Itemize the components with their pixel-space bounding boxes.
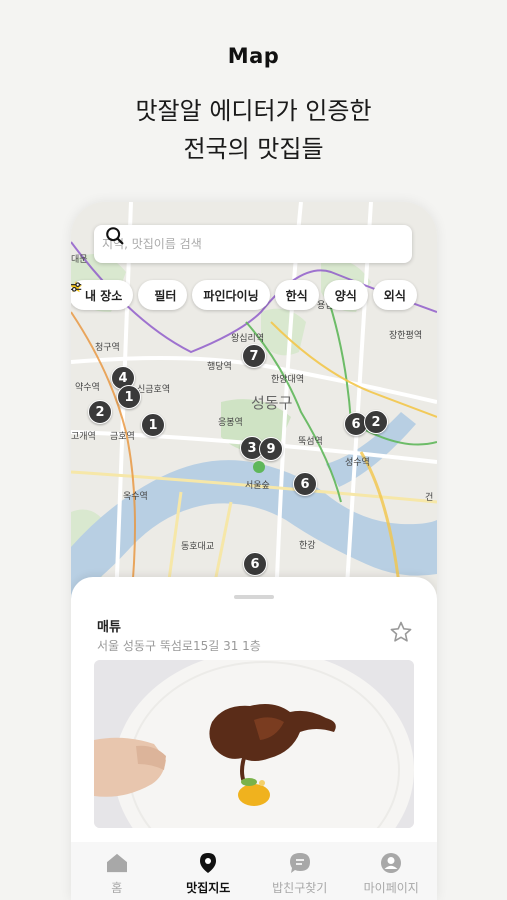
tab-label: 맛집지도 [186, 881, 231, 895]
map-label-oksu: 옥수역 [123, 492, 148, 502]
map-label-haengdang: 행당역 [207, 362, 232, 372]
map-pin[interactable]: 9 [259, 437, 283, 461]
tab-label: 밥친구찾기 [272, 881, 328, 895]
tab-my-page[interactable]: 마이페이지 [346, 842, 438, 900]
tab-map[interactable]: 맛집지도 [163, 842, 255, 900]
chip-filter[interactable]: 필터 [71, 280, 188, 310]
map-label-singeumho: 신금호역 [137, 385, 171, 395]
hero-subtitle-line2: 전국의 맛집들 [183, 135, 324, 163]
chip-korean[interactable]: 한식 [274, 280, 319, 310]
tab-label: 마이페이지 [363, 881, 419, 895]
hero-subtitle-line1: 맛잘알 에디터가 인증한 [135, 97, 372, 125]
map-pin[interactable]: 6 [293, 472, 317, 496]
map-label-yaksu: 약수역 [75, 383, 100, 393]
place-address: 서울 성동구 뚝섬로15길 31 1층 [97, 639, 261, 653]
chip-label: 한식 [285, 288, 308, 303]
map-label-eungbong: 응봉역 [218, 418, 243, 428]
hero-subtitle: 맛잘알 에디터가 인증한 전국의 맛집들 [0, 92, 507, 168]
place-photo[interactable] [94, 660, 414, 828]
phone-frame: 대문 청구역 약수역 신금호역 금호역 고개역 옥수역 행당역 왕십리역 한양대… [71, 202, 437, 900]
map-label-seongsu: 성수역 [345, 458, 370, 468]
favorite-star-icon[interactable] [389, 620, 413, 644]
map-pin[interactable]: 2 [88, 400, 112, 424]
place-bottom-sheet[interactable]: 매튜 서울 성동구 뚝섬로15길 31 1층 홈 맛집지도 밥친구찾기 마이페이… [71, 577, 437, 900]
hero-title: Map [227, 44, 280, 68]
chip-label: 필터 [154, 288, 177, 303]
map-label-geumho: 금호역 [110, 432, 135, 442]
map-district-label: 성동구 [251, 394, 293, 412]
map-pin-icon [199, 852, 217, 874]
bottom-tab-bar: 홈 맛집지도 밥친구찾기 마이페이지 [71, 842, 437, 900]
map-label-cheonggu: 청구역 [95, 343, 120, 353]
map-label-ttukseom: 뚝섬역 [298, 437, 323, 447]
chip-label: 파인다이닝 [203, 288, 259, 303]
sheet-drag-handle[interactable] [234, 595, 274, 599]
map-pin[interactable]: 6 [243, 552, 267, 576]
map-label-hangang: 한강 [299, 541, 316, 551]
map-label-dongho: 동호대교 [181, 542, 215, 552]
chip-fine-dining[interactable]: 파인다이닝 [192, 280, 270, 310]
home-icon [106, 852, 128, 874]
map-label-seoulsup: 서울숲 [245, 481, 270, 491]
chip-dining-out[interactable]: 외식 [372, 280, 417, 310]
map-pin[interactable]: 7 [242, 344, 266, 368]
chip-western[interactable]: 양식 [323, 280, 368, 310]
map-label-daemun: 대문 [71, 255, 88, 265]
chip-label: 양식 [334, 288, 357, 303]
search-icon [106, 227, 124, 245]
place-name: 매튜 [97, 620, 121, 635]
profile-icon [380, 852, 402, 874]
search-input[interactable] [100, 236, 354, 252]
tab-home[interactable]: 홈 [71, 842, 163, 900]
search-bar[interactable] [94, 225, 412, 263]
chip-label: 내 장소 [85, 288, 123, 303]
chat-icon [289, 852, 311, 874]
map-label-hanyang: 한양대역 [271, 375, 305, 385]
map-label-gaegak: 고개역 [71, 432, 96, 442]
chip-label: 외식 [383, 288, 406, 303]
map-pin[interactable]: 1 [141, 413, 165, 437]
map-pin[interactable]: 1 [117, 385, 141, 409]
map-label-geon: 건 [425, 493, 434, 503]
map-pin[interactable]: 2 [364, 410, 388, 434]
tab-find-friends[interactable]: 밥친구찾기 [254, 842, 346, 900]
filter-chips: 내 장소 필터 파인다이닝 한식 양식 외식 [71, 280, 417, 310]
tab-label: 홈 [111, 881, 123, 895]
map-view[interactable]: 대문 청구역 약수역 신금호역 금호역 고개역 옥수역 행당역 왕십리역 한양대… [71, 202, 437, 602]
map-label-janghanpyeong: 장한평역 [389, 331, 423, 341]
map-label-wangsimni: 왕십리역 [231, 334, 265, 344]
